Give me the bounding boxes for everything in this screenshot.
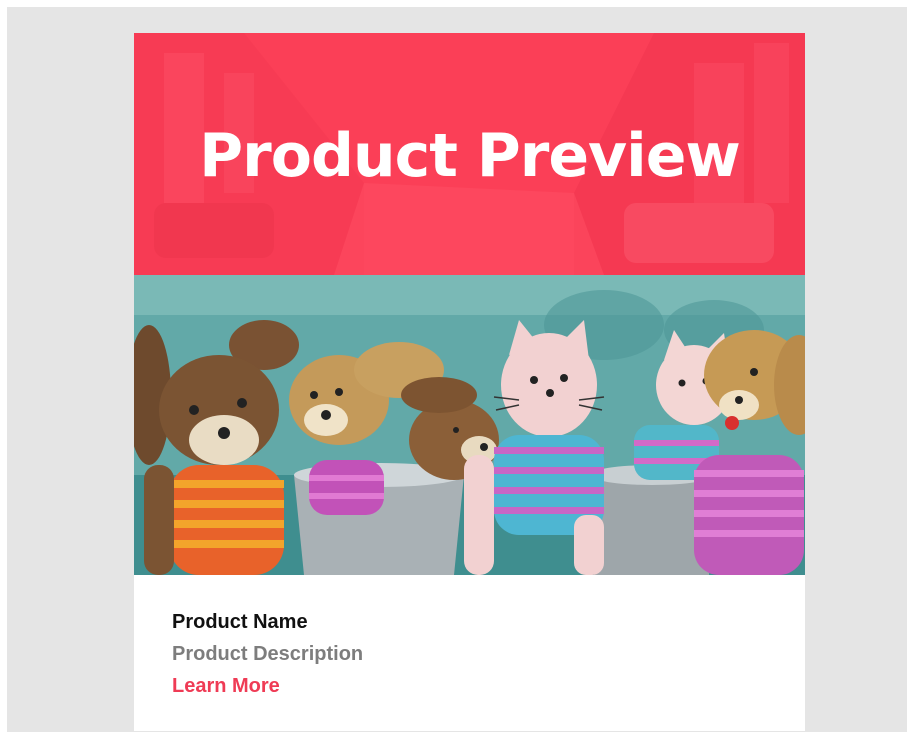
learn-more-link[interactable]: Learn More	[172, 673, 280, 699]
product-info: Product Name Product Description Learn M…	[172, 609, 363, 699]
product-card: Product Preview Product Name Product Des…	[134, 33, 805, 731]
product-description: Product Description	[172, 643, 364, 665]
page-frame: Product Preview Product Name Product Des…	[7, 7, 907, 732]
product-name: Product Name	[172, 611, 308, 633]
product-photo	[134, 275, 805, 575]
hero-banner: Product Preview	[134, 33, 805, 275]
hero-title: Product Preview	[199, 121, 741, 191]
crochet-toys-illustration	[134, 275, 805, 575]
